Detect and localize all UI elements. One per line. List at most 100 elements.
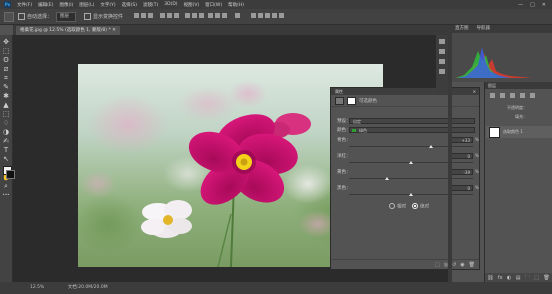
layer-row[interactable]: 选取颜色 1 — [486, 126, 552, 138]
delete-icon[interactable]: 🗑 — [469, 262, 475, 268]
color-dropdown[interactable]: 绿色 — [349, 127, 475, 133]
properties-close-icon[interactable]: ✕ — [473, 88, 476, 95]
menu-layer[interactable]: 图层(L) — [79, 2, 94, 8]
yellow-value-field[interactable]: -39 — [451, 169, 473, 175]
3d-rotate-icon[interactable] — [251, 13, 256, 18]
reset-icon[interactable]: ↺ — [452, 262, 456, 268]
3d-scale-icon[interactable] — [279, 13, 284, 18]
3d-slide-icon[interactable] — [272, 13, 277, 18]
layer-style-icon[interactable]: fx — [498, 275, 503, 281]
color-icon[interactable] — [439, 69, 445, 74]
crop-tool-icon[interactable]: ⌗ — [2, 74, 10, 82]
black-value-field[interactable]: 0 — [451, 185, 473, 191]
status-bar: 12.5% 文档:20.0M/20.0M — [0, 282, 552, 294]
add-mask-icon[interactable]: ◐ — [507, 275, 511, 281]
menu-image[interactable]: 图像(I) — [59, 2, 73, 8]
absolute-radio[interactable]: 绝对 — [412, 203, 429, 210]
menu-window[interactable]: 窗口(W) — [205, 2, 222, 8]
preset-dropdown[interactable]: 自定 — [349, 118, 475, 124]
distribute-right-icon[interactable] — [221, 13, 227, 18]
link-layers-icon[interactable]: ⛓ — [487, 275, 493, 281]
color-swatch — [352, 129, 356, 132]
new-adjustment-icon[interactable]: ▤ — [516, 275, 521, 281]
background-color-swatch[interactable] — [6, 170, 15, 179]
align-hcenter-icon[interactable] — [166, 13, 172, 18]
tab-navigator[interactable]: 导航器 — [477, 25, 491, 33]
history-icon[interactable] — [439, 39, 445, 44]
menu-help[interactable]: 帮助(H) — [228, 2, 244, 8]
filter-shape-icon[interactable] — [520, 93, 525, 98]
eraser-tool-icon[interactable]: ♢ — [2, 119, 10, 127]
menu-view[interactable]: 视图(V) — [184, 2, 200, 8]
pen-tool-icon[interactable]: ✍ — [2, 137, 10, 145]
move-tool-icon[interactable]: ✥ — [2, 38, 10, 46]
zoom-level[interactable]: 12.5% — [30, 285, 44, 290]
clip-to-layer-icon[interactable]: ⬚ — [435, 262, 440, 268]
quick-select-tool-icon[interactable]: ⧄ — [2, 65, 10, 73]
distribute-vcenter-icon[interactable] — [192, 13, 198, 18]
more-tools-icon[interactable]: ••• — [2, 191, 10, 199]
distribute-bottom-icon[interactable] — [199, 13, 205, 18]
filter-adjust-icon[interactable] — [500, 93, 505, 98]
3d-roll-icon[interactable] — [258, 13, 263, 18]
minimize-button[interactable]: — — [518, 2, 523, 8]
close-button[interactable]: ✕ — [542, 2, 546, 8]
auto-select-dropdown[interactable]: 图层 — [56, 11, 77, 22]
align-left-icon[interactable] — [159, 13, 165, 18]
tab-histogram[interactable]: 直方图 — [455, 25, 469, 33]
menu-3d[interactable]: 3D(D) — [164, 2, 177, 7]
menu-select[interactable]: 选择(S) — [122, 2, 137, 8]
auto-select-checkbox[interactable]: 自动选择： — [18, 13, 52, 20]
magenta-value-field[interactable]: 0 — [451, 153, 473, 159]
magenta-slider-thumb[interactable] — [409, 161, 413, 164]
align-right-icon[interactable] — [173, 13, 179, 18]
clone-stamp-tool-icon[interactable]: ⬚ — [2, 110, 10, 118]
relative-radio[interactable]: 相对 — [389, 203, 406, 210]
distribute-top-icon[interactable] — [185, 13, 191, 18]
adjustment-icon[interactable] — [335, 96, 344, 105]
menu-filter[interactable]: 滤镜(T) — [143, 2, 158, 8]
menu-file[interactable]: 文件(F) — [17, 2, 32, 8]
yellow-slider-thumb[interactable] — [384, 177, 389, 180]
3d-drag-icon[interactable] — [265, 13, 270, 18]
black-slider-thumb[interactable] — [409, 193, 413, 196]
yellow-slider-track[interactable] — [349, 178, 473, 179]
cyan-value-field[interactable]: +33 — [451, 137, 473, 143]
menu-type[interactable]: 文字(Y) — [100, 2, 115, 8]
filter-type-icon[interactable] — [510, 93, 515, 98]
type-tool-icon[interactable]: T — [2, 146, 10, 154]
document-tab[interactable]: 格桑花.jpg @ 12.5% (选取颜色 1, 蒙版/8) * ✕ — [16, 26, 120, 35]
align-top-icon[interactable] — [134, 13, 140, 18]
info-icon[interactable] — [439, 59, 445, 64]
cyan-slider-track[interactable] — [349, 146, 473, 147]
new-layer-icon[interactable]: ⬚ — [534, 275, 539, 281]
mask-icon[interactable] — [347, 96, 356, 105]
tool-preset-picker[interactable] — [4, 11, 14, 22]
cyan-slider-thumb[interactable] — [429, 145, 434, 148]
visibility-icon[interactable]: ◉ — [460, 262, 464, 268]
path-selection-tool-icon[interactable]: ↖ — [2, 155, 10, 163]
menu-edit[interactable]: 编辑(E) — [38, 2, 53, 8]
delete-layer-icon[interactable]: 🗑 — [543, 275, 549, 281]
cyan-label: 青色： — [337, 138, 351, 143]
filter-pixel-icon[interactable] — [490, 93, 495, 98]
distribute-hcenter-icon[interactable] — [214, 13, 220, 18]
eyedropper-tool-icon[interactable]: ✎ — [2, 83, 10, 91]
distribute-left-icon[interactable] — [207, 13, 213, 18]
lasso-tool-icon[interactable]: ʘ — [2, 56, 10, 64]
zoom-tool-icon[interactable]: ⌕ — [2, 182, 10, 190]
new-group-icon[interactable]: 🗀 — [525, 274, 530, 282]
marquee-tool-icon[interactable]: ⬚ — [2, 47, 10, 55]
align-vcenter-icon[interactable] — [141, 13, 147, 18]
adjustments-icon[interactable] — [439, 49, 445, 54]
maximize-button[interactable]: □ — [530, 2, 535, 8]
layer-mask-thumbnail[interactable] — [489, 126, 500, 138]
healing-brush-tool-icon[interactable]: ✱ — [2, 92, 10, 100]
show-transform-checkbox[interactable]: 显示变换控件 — [84, 13, 123, 20]
align-bottom-icon[interactable] — [148, 13, 154, 18]
filter-smart-icon[interactable] — [530, 93, 535, 98]
auto-align-icon[interactable] — [235, 13, 241, 18]
layers-tab[interactable]: 图层 — [485, 82, 552, 89]
gradient-tool-icon[interactable]: ◑ — [2, 128, 10, 136]
brush-tool-icon[interactable]: ▲ — [2, 101, 10, 109]
